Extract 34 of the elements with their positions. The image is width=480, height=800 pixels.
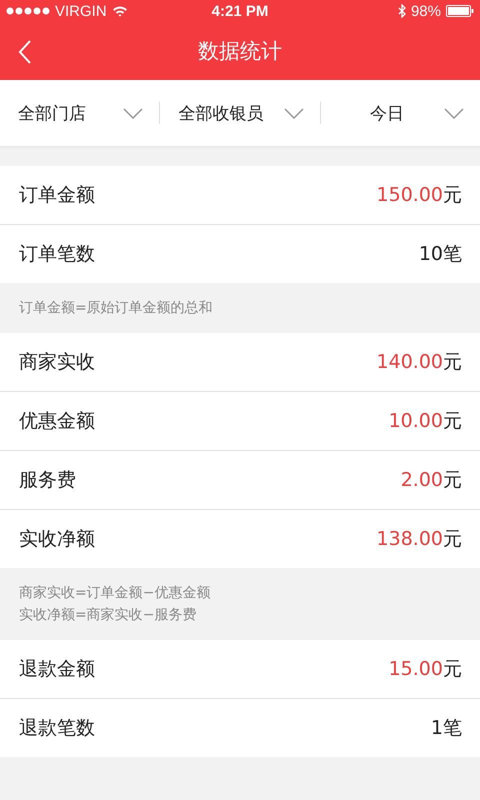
stat-label: 服务费 (19, 468, 76, 493)
stat-value: 10.00元 (388, 409, 462, 434)
back-icon (18, 39, 32, 65)
formula-note: 实收净额=商家实收−服务费 (19, 606, 198, 624)
chevron-down-icon (284, 108, 304, 118)
stat-value: 15.00元 (388, 657, 462, 682)
formula-note: 订单金额=原始订单金额的总和 (19, 299, 214, 317)
wifi-icon (112, 5, 128, 17)
stat-label: 实收净额 (19, 527, 95, 552)
formula-note: 商家实收=订单金额−优惠金额 (19, 584, 212, 602)
filter-dropdown[interactable]: 全部门店 (0, 80, 160, 146)
battery-icon (446, 5, 474, 17)
stat-value: 2.00元 (400, 468, 462, 493)
chevron-down-icon (444, 108, 464, 118)
stat-value: 138.00元 (376, 527, 462, 552)
stat-label: 退款笔数 (19, 716, 95, 741)
filter-dropdown[interactable]: 全部收银员 (160, 80, 320, 146)
carrier-name: VIRGIN (55, 2, 107, 20)
stat-label: 商家实收 (19, 350, 95, 375)
stat-label: 优惠金额 (19, 409, 95, 434)
page-title: 数据统计 (198, 38, 282, 65)
filter-dropdown[interactable]: 今日 (320, 80, 480, 146)
bluetooth-icon (398, 4, 406, 18)
stat-label: 退款金额 (19, 657, 95, 682)
chevron-down-icon (123, 108, 144, 118)
status-time: 4:21 PM (212, 2, 268, 20)
stat-label: 订单金额 (19, 183, 95, 208)
stat-value: 140.00元 (376, 350, 462, 375)
stat-label: 订单笔数 (19, 242, 95, 267)
stat-value: 150.00元 (376, 183, 462, 208)
signal-icon (6, 7, 50, 15)
battery-percent: 98% (410, 2, 441, 20)
stat-value: 1笔 (430, 716, 462, 741)
stat-value: 10笔 (418, 242, 462, 267)
